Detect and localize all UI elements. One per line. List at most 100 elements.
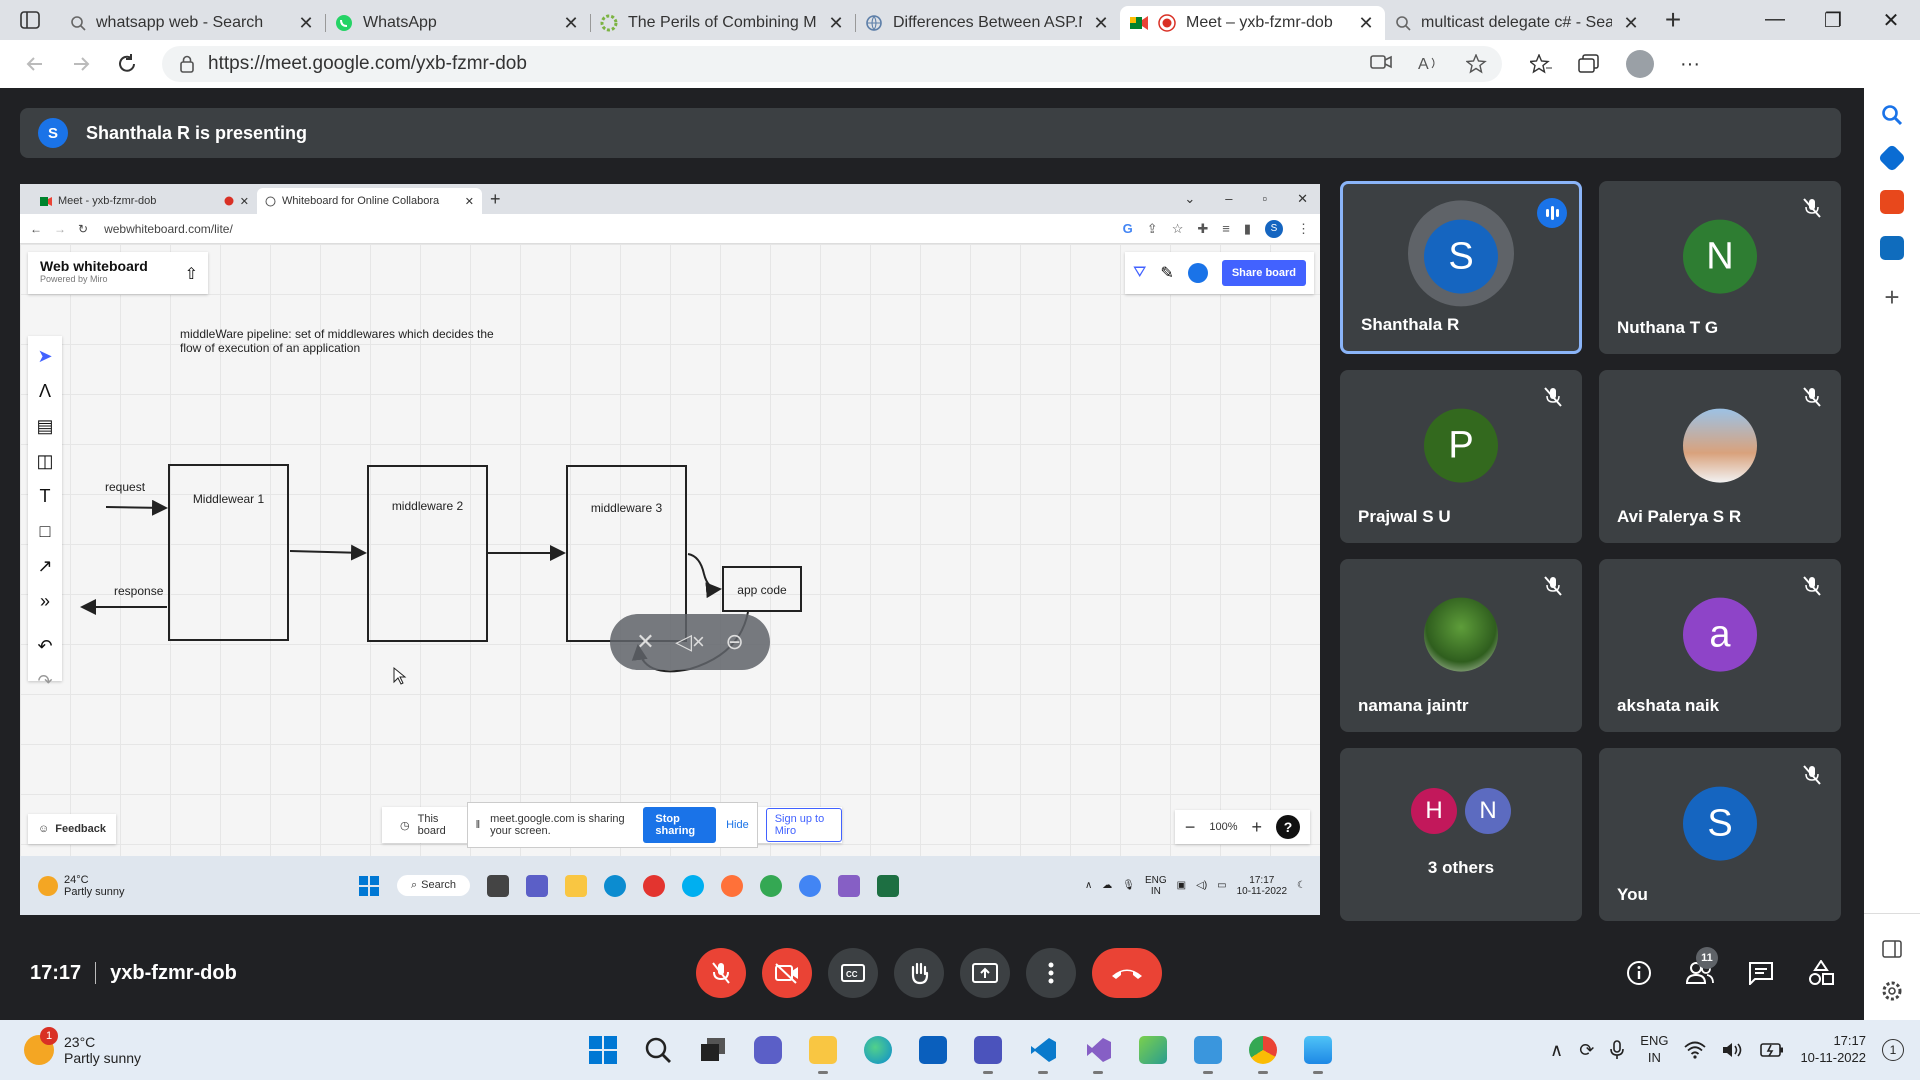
forward-icon[interactable] — [58, 44, 104, 84]
info-icon[interactable] — [1626, 960, 1652, 986]
close-tab-icon[interactable]: ✕ — [1357, 13, 1375, 34]
volume-icon[interactable] — [1722, 1041, 1744, 1059]
more-options-button[interactable] — [1026, 948, 1076, 998]
close-window-icon[interactable]: ✕ — [1862, 8, 1920, 33]
presenting-text: Shanthala R is presenting — [86, 122, 308, 143]
people-button[interactable]: 11 — [1686, 947, 1718, 985]
close-tab-icon[interactable]: ✕ — [1622, 13, 1640, 34]
raise-hand-button[interactable] — [894, 948, 944, 998]
close-tab-icon[interactable]: ✕ — [827, 13, 845, 34]
read-aloud-icon[interactable]: A — [1418, 54, 1440, 74]
camera-off-button[interactable] — [762, 948, 812, 998]
end-call-button[interactable] — [1092, 948, 1162, 998]
snipping-icon[interactable] — [1135, 1032, 1171, 1068]
restore-icon[interactable]: ❐ — [1804, 8, 1862, 33]
visual-studio-icon[interactable] — [1080, 1032, 1116, 1074]
browser-tab[interactable]: WhatsApp ✕ — [325, 6, 590, 40]
captions-button[interactable]: CC — [828, 948, 878, 998]
office-icon[interactable] — [1880, 190, 1904, 214]
notepad-icon[interactable] — [1190, 1032, 1226, 1074]
participant-tile[interactable]: a akshata naik — [1599, 559, 1841, 732]
chevron-up-icon[interactable]: ∧ — [1550, 1040, 1563, 1061]
participant-tile[interactable]: N Nuthana T G — [1599, 181, 1841, 354]
task-view-icon[interactable] — [695, 1032, 731, 1068]
search-icon[interactable] — [1881, 104, 1903, 126]
clock-time: 17:17 — [1833, 1033, 1866, 1049]
shopping-icon[interactable] — [1877, 143, 1907, 173]
zoom-out-icon: − — [1184, 816, 1196, 837]
tab-actions-icon[interactable] — [0, 0, 60, 40]
participant-tile[interactable]: Avi Palerya S R — [1599, 370, 1841, 543]
add-icon[interactable]: + — [1884, 282, 1899, 313]
start-icon[interactable] — [585, 1032, 621, 1068]
browser-tab[interactable]: Differences Between ASP.N ✕ — [855, 6, 1120, 40]
visual-studio-icon — [838, 874, 861, 897]
profile-avatar: S — [1265, 219, 1283, 238]
favorite-add-icon[interactable] — [1466, 54, 1488, 74]
more-icon[interactable]: ··· — [1680, 53, 1700, 76]
gear-icon — [600, 14, 618, 32]
present-button[interactable] — [960, 948, 1010, 998]
mic-off-button[interactable] — [696, 948, 746, 998]
participant-tile[interactable]: S Shanthala R — [1340, 181, 1582, 354]
close-window-icon: ✕ — [1297, 191, 1308, 206]
sync-icon[interactable]: ⟳ — [1579, 1040, 1594, 1061]
presenting-banner: S Shanthala R is presenting — [20, 108, 1841, 158]
browser-tab[interactable]: whatsapp web - Search ✕ — [60, 6, 325, 40]
cloud-icon: ☁ — [1102, 880, 1113, 891]
outlook-icon[interactable] — [1880, 236, 1904, 260]
activities-icon[interactable] — [1808, 960, 1834, 986]
store-icon[interactable] — [915, 1032, 951, 1068]
new-tab-button[interactable]: + — [1650, 4, 1696, 36]
playlist-icon: ≡ — [1222, 221, 1230, 236]
extensions-icon: ✚ — [1197, 220, 1209, 236]
sidebar-toggle-icon[interactable] — [1882, 940, 1902, 958]
favorites-icon[interactable] — [1530, 54, 1552, 74]
shared-taskbar: 24°C Partly sunny ⌕ Search ∧ ☁ 🎙 ENG IN … — [20, 856, 1320, 915]
tile-hover-controls: ✕ ◁× ⊖ — [610, 614, 770, 670]
teams-icon[interactable] — [970, 1032, 1006, 1074]
collections-icon[interactable] — [1578, 54, 1600, 74]
photos-icon[interactable] — [1300, 1032, 1336, 1074]
participant-tile[interactable]: namana jaintr — [1340, 559, 1582, 732]
call-controls: CC — [696, 948, 1162, 998]
mic-icon[interactable] — [1610, 1040, 1625, 1060]
vscode-icon[interactable] — [1025, 1032, 1061, 1074]
battery-icon[interactable] — [1760, 1042, 1784, 1058]
participant-tile[interactable]: P Prajwal S U — [1340, 370, 1582, 543]
chat-icon[interactable] — [1748, 961, 1774, 985]
back-icon[interactable] — [12, 44, 58, 84]
chrome-icon[interactable] — [1245, 1032, 1281, 1074]
recording-icon — [224, 196, 234, 206]
tab-title: WhatsApp — [363, 14, 437, 31]
browser-tab-active[interactable]: Meet – yxb-fzmr-dob ✕ — [1120, 6, 1385, 40]
notification-badge[interactable]: 1 — [1882, 1039, 1904, 1061]
weather-badge: 1 — [40, 1027, 58, 1045]
close-tab-icon[interactable]: ✕ — [562, 13, 580, 34]
language-indicator[interactable]: ENG IN — [1640, 1033, 1668, 1067]
file-explorer-icon[interactable] — [805, 1032, 841, 1074]
browser-tab[interactable]: The Perils of Combining Mu ✕ — [590, 6, 855, 40]
skype-icon — [682, 874, 705, 897]
search-icon[interactable] — [640, 1032, 676, 1068]
settings-icon[interactable] — [1881, 980, 1903, 1002]
clock[interactable]: 17:17 10-11-2022 — [1800, 1033, 1866, 1067]
participant-avatar: S — [1683, 786, 1757, 861]
close-tab-icon[interactable]: ✕ — [297, 13, 315, 34]
refresh-icon[interactable] — [104, 44, 150, 84]
others-tile[interactable]: H N 3 others — [1340, 748, 1582, 921]
wifi-icon[interactable] — [1684, 1041, 1707, 1059]
share-board-button: Share board — [1221, 260, 1306, 286]
browser-tab[interactable]: multicast delegate c# - Sear ✕ — [1385, 6, 1650, 40]
weather-widget[interactable]: 1 23°C Partly sunny — [24, 1027, 464, 1066]
chrome-profile-icon — [799, 874, 822, 897]
url-field[interactable]: https://meet.google.com/yxb-fzmr-dob A — [162, 46, 1502, 82]
close-tab-icon[interactable]: ✕ — [1092, 13, 1110, 34]
minimize-icon[interactable]: — — [1746, 8, 1804, 33]
self-tile[interactable]: S You — [1599, 748, 1841, 921]
teams-chat-icon[interactable] — [750, 1032, 786, 1068]
profile-avatar[interactable] — [1626, 50, 1654, 78]
edge-icon[interactable] — [860, 1032, 896, 1068]
camera-icon[interactable] — [1370, 54, 1392, 74]
teams-icon — [526, 874, 549, 897]
